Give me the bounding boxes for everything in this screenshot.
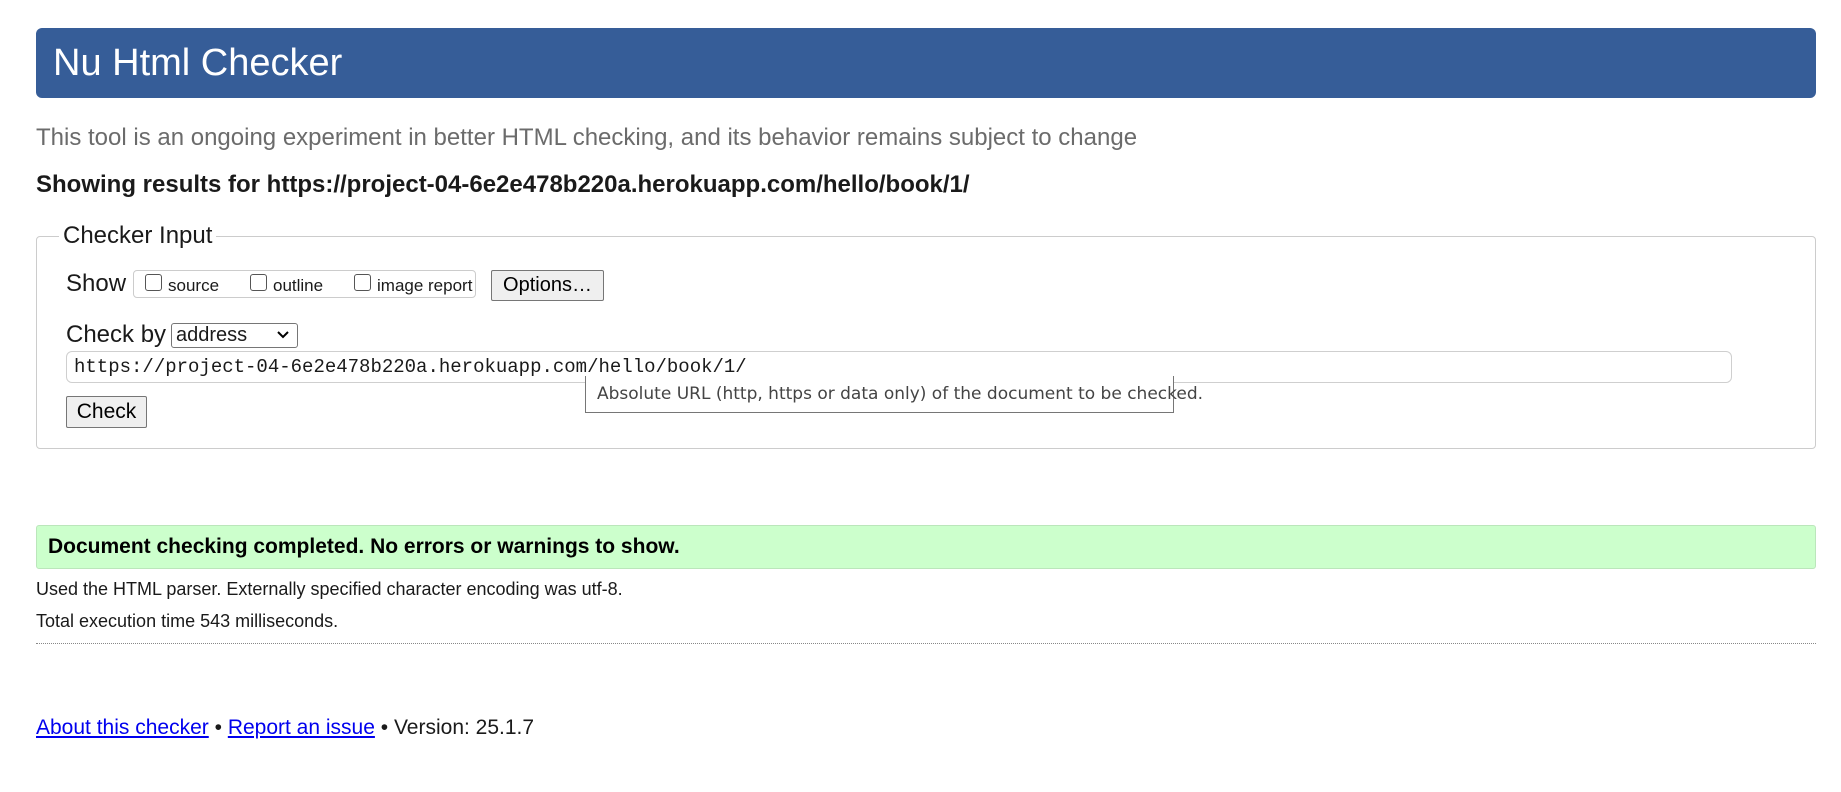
version-text: Version: 25.1.7 xyxy=(393,716,535,739)
source-checkbox[interactable] xyxy=(145,274,162,291)
parser-info: Used the HTML parser. Externally specifi… xyxy=(36,579,623,599)
about-checker-link[interactable]: About this checker xyxy=(36,716,209,739)
check-by-select[interactable]: address xyxy=(171,323,298,348)
footer-separator: • xyxy=(214,716,222,739)
image-report-checkbox-label[interactable]: image report xyxy=(377,276,472,296)
checker-input-legend: Checker Input xyxy=(63,222,213,249)
check-by-selected-value: address xyxy=(176,324,248,346)
check-button[interactable]: Check xyxy=(66,396,147,428)
check-by-label: Check by xyxy=(66,321,167,348)
tool-description: This tool is an ongoing experiment in be… xyxy=(36,124,1138,151)
source-checkbox-label[interactable]: source xyxy=(168,276,219,296)
chevron-down-icon xyxy=(277,331,289,339)
outline-checkbox[interactable] xyxy=(250,274,267,291)
report-issue-link[interactable]: Report an issue xyxy=(228,716,375,739)
nu-html-checker-page: Nu Html Checker This tool is an ongoing … xyxy=(0,0,1841,792)
results-heading: Showing results for https://project-04-6… xyxy=(36,171,970,198)
divider xyxy=(36,643,1816,644)
footer-separator: • xyxy=(380,716,389,739)
page-title: Nu Html Checker xyxy=(53,42,343,84)
title-bar: Nu Html Checker xyxy=(36,28,1816,98)
checker-input-fieldset: Checker Input xyxy=(36,222,1816,449)
footer: About this checker • Report an issue • V… xyxy=(36,716,534,740)
outline-checkbox-label[interactable]: outline xyxy=(273,276,323,296)
success-message: Document checking completed. No errors o… xyxy=(36,525,1816,569)
url-tooltip: Absolute URL (http, https or data only) … xyxy=(585,376,1203,413)
execution-time: Total execution time 543 milliseconds. xyxy=(36,611,339,631)
image-report-checkbox[interactable] xyxy=(354,274,371,291)
show-label: Show xyxy=(66,270,127,297)
options-button[interactable]: Options… xyxy=(491,270,604,301)
